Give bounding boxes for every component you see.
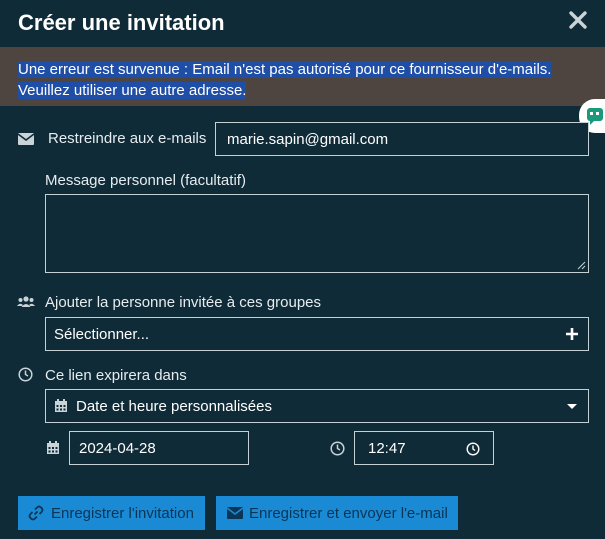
personal-message-textarea[interactable] (45, 194, 589, 273)
groups-placeholder: Sélectionner... (54, 326, 150, 343)
expiry-date-input[interactable]: 2024-04-28 (69, 431, 249, 465)
calendar-icon (47, 441, 59, 454)
envelope-icon (18, 133, 34, 145)
groups-label: Ajouter la personne invitée à ces groupe… (45, 294, 322, 311)
expiry-selected-value: Date et heure personnalisées (76, 398, 272, 415)
resize-handle-icon[interactable] (576, 260, 586, 270)
modal-header: Créer une invitation (0, 0, 605, 46)
expiry-select[interactable]: Date et heure personnalisées (45, 389, 589, 423)
save-invitation-button[interactable]: Enregistrer l'invitation (18, 496, 205, 530)
personal-message-label: Message personnel (facultatif) (45, 172, 246, 189)
caret-down-icon (567, 404, 577, 409)
save-and-send-button[interactable]: Enregistrer et envoyer l'e-mail (216, 496, 458, 530)
error-line-1: Une erreur est survenue : Email n'est pa… (18, 61, 552, 78)
calendar-icon (55, 399, 67, 412)
invite-modal: Créer une invitation Une erreur est surv… (0, 0, 605, 539)
plus-icon[interactable] (565, 327, 579, 341)
expiry-time-value: 12:47 (368, 440, 406, 457)
time-picker-icon[interactable] (466, 442, 480, 456)
modal-title: Créer une invitation (18, 10, 225, 35)
save-invitation-label: Enregistrer l'invitation (51, 505, 194, 522)
close-icon (569, 11, 587, 29)
expiry-label: Ce lien expirera dans (45, 367, 187, 384)
restrict-email-input[interactable]: marie.sapin@gmail.com (215, 122, 589, 156)
expiry-date-value: 2024-04-28 (79, 440, 156, 457)
groups-select[interactable]: Sélectionner... (45, 317, 589, 351)
save-and-send-label: Enregistrer et envoyer l'e-mail (249, 505, 448, 522)
envelope-icon (227, 507, 243, 519)
clock-icon (330, 441, 345, 456)
link-icon (28, 505, 44, 521)
close-button[interactable] (567, 9, 589, 31)
error-line-2: Veuillez utiliser une autre adresse. (18, 82, 247, 99)
restrict-email-label: Restreindre aux e-mails (48, 130, 207, 147)
restrict-email-value: marie.sapin@gmail.com (227, 131, 389, 148)
error-message: Une erreur est survenue : Email n'est pa… (18, 59, 563, 101)
expiry-time-input[interactable]: 12:47 (354, 431, 494, 465)
users-icon (17, 296, 35, 307)
clock-icon (18, 367, 33, 382)
